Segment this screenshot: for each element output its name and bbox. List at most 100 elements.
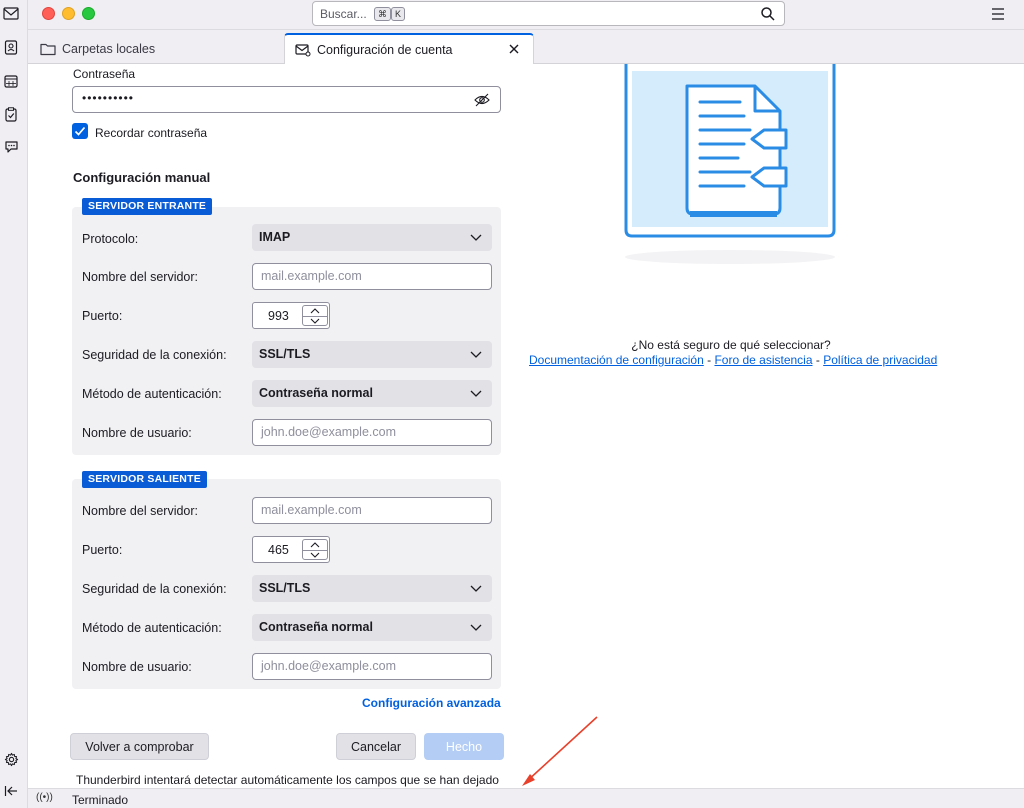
annotation-arrow	[522, 716, 598, 786]
chevron-down-icon	[470, 351, 482, 358]
calendar-space-button[interactable]	[2, 72, 20, 90]
address-book-icon	[4, 39, 18, 55]
address-book-space-button[interactable]	[2, 38, 20, 56]
online-status-icon[interactable]: ((•))	[36, 792, 53, 803]
incoming-security-value: SSL/TLS	[259, 347, 311, 361]
remember-password-label[interactable]: Recordar contraseña	[95, 126, 207, 140]
outgoing-server-badge: SERVIDOR SALIENTE	[82, 471, 207, 488]
tab-label: Configuración de cuenta	[317, 43, 453, 57]
incoming-auth-value: Contraseña normal	[259, 386, 373, 400]
support-forum-link[interactable]: Foro de asistencia	[714, 353, 812, 367]
account-setup-page: Contraseña •••••••••• Recordar contraseñ…	[28, 64, 1024, 788]
hide-password-icon[interactable]	[474, 93, 490, 107]
outgoing-user-label: Nombre de usuario:	[82, 660, 192, 674]
document-illustration-icon	[624, 64, 836, 264]
incoming-port-input[interactable]: 993	[252, 302, 330, 329]
outgoing-security-value: SSL/TLS	[259, 581, 311, 595]
chevron-down-icon[interactable]	[303, 316, 327, 326]
tasks-icon	[5, 106, 17, 122]
chevron-down-icon	[470, 390, 482, 397]
chat-icon	[4, 141, 18, 153]
incoming-user-placeholder: john.doe@example.com	[261, 425, 396, 439]
incoming-port-value: 993	[268, 309, 289, 323]
mail-icon	[3, 6, 19, 20]
incoming-server-label: Nombre del servidor:	[82, 270, 199, 284]
cancel-button[interactable]: Cancelar	[336, 733, 416, 760]
outgoing-server-label: Nombre del servidor:	[82, 504, 199, 518]
chevron-up-icon[interactable]	[303, 306, 327, 316]
search-placeholder: Buscar...	[320, 7, 367, 21]
outgoing-server-input[interactable]: mail.example.com	[252, 497, 492, 524]
gear-icon	[4, 752, 18, 766]
recheck-button[interactable]: Volver a comprobar	[70, 733, 209, 760]
tasks-space-button[interactable]	[2, 105, 20, 123]
link-separator: -	[703, 353, 715, 367]
incoming-user-input[interactable]: john.doe@example.com	[252, 419, 492, 446]
minimize-window-button[interactable]	[62, 7, 75, 20]
collapse-toolbar-button[interactable]	[2, 782, 20, 800]
global-search-input[interactable]: Buscar... ⌘ K	[312, 1, 785, 26]
spaces-toolbar	[0, 0, 28, 808]
calendar-icon	[4, 75, 18, 88]
search-icon[interactable]	[760, 6, 776, 22]
password-label: Contraseña	[73, 67, 136, 81]
incoming-auth-select[interactable]: Contraseña normal	[252, 380, 492, 407]
outgoing-user-input[interactable]: john.doe@example.com	[252, 653, 492, 680]
incoming-protocol-label: Protocolo:	[82, 232, 139, 246]
privacy-policy-link[interactable]: Política de privacidad	[823, 353, 937, 367]
outgoing-security-select[interactable]: SSL/TLS	[252, 575, 492, 602]
incoming-protocol-select[interactable]: IMAP	[252, 224, 492, 251]
folder-icon	[40, 43, 56, 55]
status-text: Terminado	[72, 793, 129, 807]
title-bar: Buscar... ⌘ K	[0, 0, 1024, 30]
config-docs-link[interactable]: Documentación de configuración	[529, 353, 704, 367]
outgoing-server-placeholder: mail.example.com	[261, 503, 362, 517]
zoom-window-button[interactable]	[82, 7, 95, 20]
remember-password-checkbox[interactable]	[72, 123, 88, 139]
collapse-left-icon	[4, 786, 17, 796]
incoming-protocol-value: IMAP	[259, 230, 291, 244]
chevron-up-icon[interactable]	[303, 540, 327, 550]
incoming-security-select[interactable]: SSL/TLS	[252, 341, 492, 368]
hamburger-menu-icon[interactable]	[990, 7, 1006, 21]
link-separator: -	[812, 353, 824, 367]
outgoing-port-input[interactable]: 465	[252, 536, 330, 563]
advanced-config-link[interactable]: Configuración avanzada	[362, 696, 501, 710]
settings-space-button[interactable]	[2, 750, 20, 768]
help-links: Documentación de configuración - Foro de…	[529, 353, 937, 367]
tab-account-setup[interactable]: Configuración de cuenta	[284, 33, 534, 65]
tab-label: Carpetas locales	[62, 41, 156, 56]
incoming-auth-label: Método de autenticación:	[82, 387, 222, 401]
incoming-server-badge: SERVIDOR ENTRANTE	[82, 198, 213, 215]
mail-settings-icon	[295, 44, 311, 57]
chevron-down-icon[interactable]	[303, 550, 327, 560]
close-icon[interactable]	[507, 42, 521, 56]
shortcut-key-k: K	[391, 7, 406, 21]
chevron-down-icon	[470, 585, 482, 592]
outgoing-auth-select[interactable]: Contraseña normal	[252, 614, 492, 641]
chevron-down-icon	[470, 624, 482, 631]
status-bar: ((•)) Terminado	[28, 788, 1024, 808]
outgoing-security-label: Seguridad de la conexión:	[82, 582, 227, 596]
autodetect-info-text: Thunderbird intentará detectar automátic…	[76, 773, 499, 787]
chevron-down-icon	[470, 234, 482, 241]
tab-bar: Carpetas locales Configuración de cuenta	[28, 30, 1024, 65]
password-field[interactable]: ••••••••••	[72, 86, 501, 113]
manual-config-title: Configuración manual	[73, 170, 211, 185]
mail-space-button[interactable]	[2, 4, 20, 22]
tab-local-folders[interactable]: Carpetas locales	[34, 33, 284, 64]
incoming-server-input[interactable]: mail.example.com	[252, 263, 492, 290]
help-question: ¿No está seguro de qué seleccionar?	[631, 338, 831, 352]
incoming-port-spinner[interactable]	[302, 305, 328, 326]
shortcut-key-mod: ⌘	[374, 7, 391, 21]
outgoing-port-spinner[interactable]	[302, 539, 328, 560]
password-value: ••••••••••	[82, 91, 135, 105]
outgoing-port-label: Puerto:	[82, 543, 123, 557]
chat-space-button[interactable]	[2, 138, 20, 156]
done-button[interactable]: Hecho	[424, 733, 504, 760]
incoming-security-label: Seguridad de la conexión:	[82, 348, 227, 362]
close-window-button[interactable]	[42, 7, 55, 20]
incoming-server-placeholder: mail.example.com	[261, 269, 362, 283]
outgoing-auth-label: Método de autenticación:	[82, 621, 222, 635]
incoming-port-label: Puerto:	[82, 309, 123, 323]
